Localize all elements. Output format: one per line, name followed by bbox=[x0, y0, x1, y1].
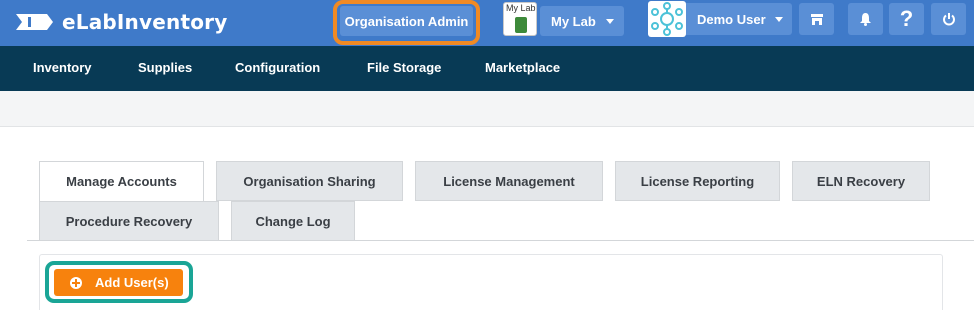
nav-item-configuration[interactable]: Configuration bbox=[235, 60, 320, 75]
power-icon bbox=[942, 13, 955, 26]
chevron-down-icon bbox=[775, 17, 783, 22]
lab-thumbnail-label: My Lab bbox=[506, 3, 536, 13]
nav-item-supplies[interactable]: Supplies bbox=[138, 60, 192, 75]
app-name: eLabInventory bbox=[62, 10, 228, 34]
lab-dropdown-button[interactable]: My Lab bbox=[540, 6, 624, 36]
store-icon bbox=[810, 13, 823, 25]
add-users-button[interactable]: Add User(s) bbox=[54, 269, 183, 296]
store-button[interactable] bbox=[799, 3, 834, 35]
tab-license-management[interactable]: License Management bbox=[415, 161, 603, 201]
bell-icon bbox=[860, 13, 871, 26]
tab-organisation-sharing[interactable]: Organisation Sharing bbox=[216, 161, 403, 201]
tab-change-log[interactable]: Change Log bbox=[231, 201, 355, 241]
nav-item-marketplace[interactable]: Marketplace bbox=[485, 60, 560, 75]
top-bar: eLabInventory Organisation Admin My Lab … bbox=[0, 0, 974, 46]
logout-button[interactable] bbox=[931, 3, 966, 35]
tab-manage-accounts[interactable]: Manage Accounts bbox=[39, 161, 204, 202]
app-logo[interactable]: eLabInventory bbox=[14, 7, 227, 37]
sub-header bbox=[0, 91, 974, 127]
lab-label: My Lab bbox=[551, 13, 596, 29]
help-button[interactable]: ? bbox=[889, 3, 924, 35]
tab-eln-recovery[interactable]: ELN Recovery bbox=[792, 161, 930, 201]
user-label: Demo User bbox=[697, 11, 766, 27]
organisation-admin-button[interactable]: Organisation Admin bbox=[340, 6, 473, 36]
notifications-button[interactable] bbox=[848, 3, 883, 35]
help-icon: ? bbox=[899, 6, 914, 31]
user-avatar[interactable] bbox=[648, 1, 686, 37]
main-nav: Inventory Supplies Configuration File St… bbox=[0, 46, 974, 91]
add-users-label: Add User(s) bbox=[95, 275, 169, 290]
nav-item-inventory[interactable]: Inventory bbox=[33, 60, 92, 75]
lab-thumbnail: My Lab bbox=[503, 2, 537, 36]
lab-selector[interactable]: My Lab My Lab bbox=[503, 2, 624, 38]
user-dropdown-button[interactable]: Demo User bbox=[686, 3, 792, 35]
lab-bottle-icon bbox=[515, 17, 527, 33]
plus-circle-icon bbox=[70, 276, 82, 289]
network-avatar-icon bbox=[651, 2, 683, 36]
chevron-down-icon bbox=[606, 19, 614, 24]
tab-procedure-recovery[interactable]: Procedure Recovery bbox=[39, 201, 219, 241]
nav-item-file-storage[interactable]: File Storage bbox=[367, 60, 441, 75]
elab-logo-icon bbox=[14, 12, 54, 32]
tab-divider bbox=[27, 240, 974, 241]
tab-license-reporting[interactable]: License Reporting bbox=[615, 161, 780, 201]
